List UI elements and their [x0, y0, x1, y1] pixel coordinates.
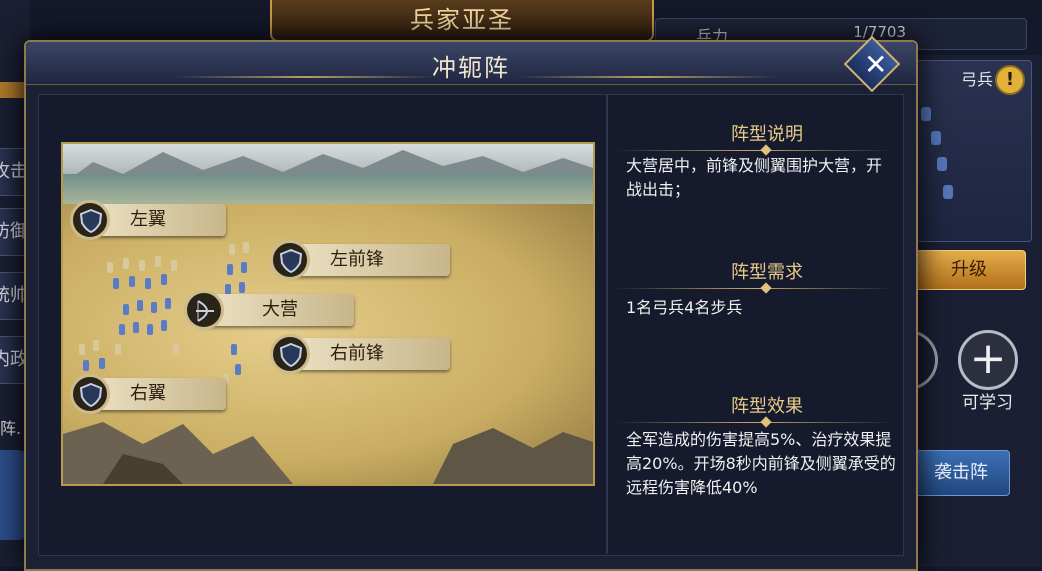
plus-icon[interactable]: +: [958, 330, 1018, 390]
shield-icon-right-vanguard: [270, 334, 310, 374]
description-text: 大营居中，前锋及侧翼围护大营，开战出击；: [626, 156, 883, 199]
bow-icon-camp: [184, 290, 224, 330]
left-text: 阵.: [0, 419, 22, 438]
dialog-title: 冲轭阵: [432, 54, 510, 82]
label-right-vanguard[interactable]: 右前锋: [286, 338, 450, 370]
effect-heading: 阵型效果: [731, 396, 803, 417]
learnable-label: 可学习: [962, 393, 1013, 413]
label-right-vanguard-text: 右前锋: [330, 343, 384, 364]
attack-formation-button[interactable]: 袭击阵: [912, 450, 1010, 496]
formation-dialog: 冲轭阵 ✕ 左翼 左前锋 大营 右前锋 右翼 阵型说明 大营居中，前锋及侧翼围护…: [24, 35, 918, 571]
label-right-wing-text: 右翼: [130, 383, 166, 404]
shield-icon-right-wing: [70, 374, 110, 414]
map-rocks: [63, 422, 593, 484]
label-camp-text: 大营: [262, 299, 298, 320]
requirement-divider: [614, 288, 894, 289]
requirement-text: 1名弓兵4名步兵: [626, 298, 743, 317]
description-divider: [614, 150, 894, 151]
upgrade-button[interactable]: 升级: [912, 250, 1026, 290]
close-icon[interactable]: ✕: [864, 50, 887, 80]
archer-name: 弓兵: [960, 70, 993, 89]
label-left-vanguard[interactable]: 左前锋: [286, 244, 450, 276]
troops-value: 1/7703: [853, 23, 906, 41]
effect-divider: [614, 422, 894, 423]
label-left-vanguard-text: 左前锋: [330, 249, 384, 270]
map-sea: [63, 174, 593, 204]
archer-card[interactable]: 弓兵 !: [912, 60, 1032, 242]
archer-soldiers-image: [917, 101, 957, 221]
requirement-heading: 阵型需求: [731, 262, 803, 283]
content-divider: [606, 94, 608, 554]
warning-icon[interactable]: !: [995, 65, 1025, 95]
shield-icon-left-vanguard: [270, 240, 310, 280]
general-banner: 兵家亚圣: [270, 0, 654, 42]
description-heading: 阵型说明: [731, 124, 803, 145]
effect-text: 全军造成的伤害提高5%、治疗效果提高20%。开场8秒内前锋及侧翼承受的远程伤害降…: [626, 430, 896, 497]
shield-icon-left-wing: [70, 200, 110, 240]
label-left-wing-text: 左翼: [130, 209, 166, 230]
banner-title: 兵家亚圣: [410, 6, 514, 34]
